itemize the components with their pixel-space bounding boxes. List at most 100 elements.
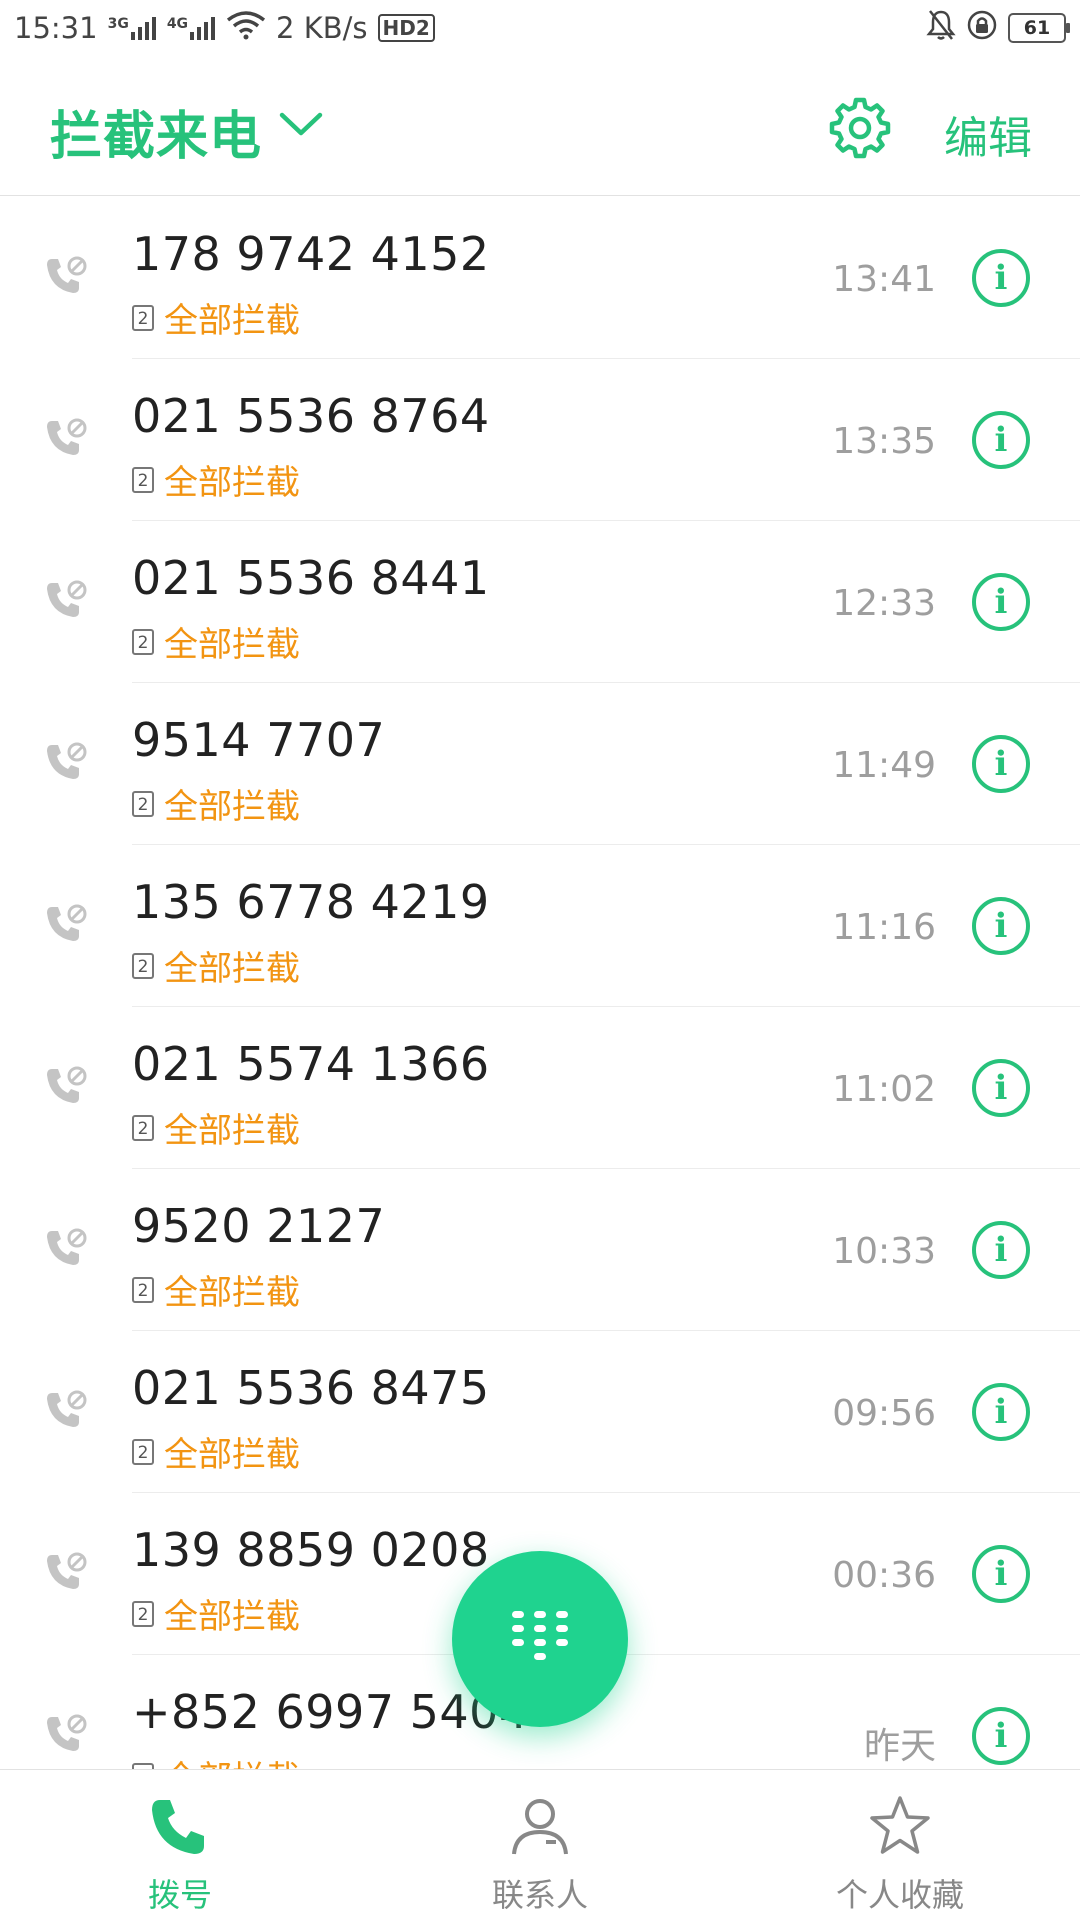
blocked-call-icon bbox=[44, 1551, 88, 1599]
edit-button[interactable]: 编辑 bbox=[944, 102, 1032, 166]
info-icon[interactable]: i bbox=[972, 1059, 1030, 1117]
info-icon[interactable]: i bbox=[972, 1221, 1030, 1279]
signal-3g-label: 3G bbox=[107, 16, 129, 32]
chevron-down-icon[interactable] bbox=[278, 111, 324, 143]
info-icon[interactable]: i bbox=[972, 249, 1030, 307]
block-tag: 全部拦截 bbox=[164, 949, 300, 989]
sim-card-icon: 2 bbox=[132, 1114, 154, 1141]
phone-icon bbox=[148, 1794, 212, 1862]
block-tag: 全部拦截 bbox=[164, 787, 300, 827]
phone-number: 9520 2127 bbox=[132, 1199, 386, 1253]
wifi-icon bbox=[226, 10, 266, 47]
contacts-person-icon bbox=[508, 1794, 572, 1862]
call-row[interactable]: 021 5536 8441 2 全部拦截 12:33 i bbox=[0, 521, 1080, 683]
nav-dial-label: 拨号 bbox=[147, 1876, 212, 1914]
call-time: 11:16 bbox=[832, 907, 936, 948]
info-icon[interactable]: i bbox=[972, 573, 1030, 631]
call-time: 00:36 bbox=[832, 1555, 936, 1596]
call-row[interactable]: 021 5574 1366 2 全部拦截 11:02 i bbox=[0, 1007, 1080, 1169]
block-tag: 全部拦截 bbox=[164, 1597, 300, 1637]
phone-number: 135 6778 4219 bbox=[132, 875, 490, 929]
call-meta: 2 全部拦截 bbox=[132, 1265, 300, 1314]
sim-card-icon: 2 bbox=[132, 628, 154, 655]
battery-icon: 61 bbox=[1008, 13, 1070, 43]
call-row[interactable]: 021 5536 8475 2 全部拦截 09:56 i bbox=[0, 1331, 1080, 1493]
call-meta: 2 全部拦截 bbox=[132, 1427, 300, 1476]
dialpad-icon bbox=[508, 1605, 572, 1673]
sim-card-icon: 2 bbox=[132, 790, 154, 817]
block-tag: 全部拦截 bbox=[164, 1111, 300, 1151]
phone-number: 178 9742 4152 bbox=[132, 227, 490, 281]
nav-contacts[interactable]: 联系人 bbox=[360, 1770, 720, 1921]
call-time: 11:02 bbox=[832, 1069, 936, 1110]
sim-card-icon: 2 bbox=[132, 1438, 154, 1465]
nav-dial[interactable]: 拨号 bbox=[0, 1770, 360, 1921]
blocked-call-icon bbox=[44, 1227, 88, 1275]
page-title[interactable]: 拦截来电 bbox=[50, 94, 262, 169]
signal-4g-icon: 4G bbox=[167, 16, 216, 40]
phone-number: 139 8859 0208 bbox=[132, 1523, 490, 1577]
call-row[interactable]: 021 5536 8764 2 全部拦截 13:35 i bbox=[0, 359, 1080, 521]
sim-card-icon: 2 bbox=[132, 466, 154, 493]
call-meta: 2 全部拦截 bbox=[132, 779, 300, 828]
app-header: 拦截来电 编辑 bbox=[0, 56, 1080, 196]
mute-bell-icon bbox=[926, 9, 956, 48]
sim-card-icon: 2 bbox=[132, 1600, 154, 1627]
call-time: 11:49 bbox=[832, 745, 936, 786]
call-meta: 2 全部拦截 bbox=[132, 617, 300, 666]
call-time: 09:56 bbox=[832, 1393, 936, 1434]
blocked-call-icon bbox=[44, 1389, 88, 1437]
block-tag: 全部拦截 bbox=[164, 301, 300, 341]
signal-4g-label: 4G bbox=[166, 16, 189, 32]
hd-icon: HD2 bbox=[377, 14, 435, 42]
sim-card-icon: 2 bbox=[132, 952, 154, 979]
sim-card-icon: 2 bbox=[132, 1276, 154, 1303]
blocked-call-icon bbox=[44, 255, 88, 303]
info-icon[interactable]: i bbox=[972, 411, 1030, 469]
rotation-lock-icon bbox=[966, 9, 998, 48]
block-tag: 全部拦截 bbox=[164, 1273, 300, 1313]
status-bar: 15:31 3G 4G 2 KB/s HD2 61 bbox=[0, 0, 1080, 56]
call-time: 昨天 bbox=[863, 1726, 936, 1767]
phone-number: 021 5536 8764 bbox=[132, 389, 490, 443]
call-row[interactable]: 178 9742 4152 2 全部拦截 13:41 i bbox=[0, 197, 1080, 359]
phone-number: 9514 7707 bbox=[132, 713, 386, 767]
call-row[interactable]: 135 6778 4219 2 全部拦截 11:16 i bbox=[0, 845, 1080, 1007]
blocked-call-icon bbox=[44, 1065, 88, 1113]
call-meta: 2 全部拦截 bbox=[132, 941, 300, 990]
call-row[interactable]: 9520 2127 2 全部拦截 10:33 i bbox=[0, 1169, 1080, 1331]
phone-number: 021 5574 1366 bbox=[132, 1037, 490, 1091]
nav-contacts-label: 联系人 bbox=[491, 1876, 588, 1914]
blocked-call-icon bbox=[44, 579, 88, 627]
block-tag: 全部拦截 bbox=[164, 463, 300, 503]
status-time: 15:31 bbox=[14, 11, 98, 45]
info-icon[interactable]: i bbox=[972, 735, 1030, 793]
blocked-call-icon bbox=[44, 1713, 88, 1761]
phone-number: 021 5536 8441 bbox=[132, 551, 490, 605]
network-speed: 2 KB/s bbox=[276, 11, 368, 45]
blocked-call-icon bbox=[44, 417, 88, 465]
nav-favorites-label: 个人收藏 bbox=[835, 1876, 964, 1914]
info-icon[interactable]: i bbox=[972, 1707, 1030, 1765]
block-tag: 全部拦截 bbox=[164, 625, 300, 665]
call-meta: 2 全部拦截 bbox=[132, 293, 300, 342]
star-icon bbox=[868, 1794, 932, 1862]
blocked-call-icon bbox=[44, 741, 88, 789]
signal-3g-icon: 3G bbox=[108, 16, 157, 40]
dialpad-fab-button[interactable] bbox=[452, 1551, 628, 1727]
settings-gear-icon[interactable] bbox=[828, 96, 892, 164]
call-time: 13:41 bbox=[832, 259, 936, 300]
call-meta: 2 全部拦截 bbox=[132, 1589, 300, 1638]
call-row[interactable]: 9514 7707 2 全部拦截 11:49 i bbox=[0, 683, 1080, 845]
nav-favorites[interactable]: 个人收藏 bbox=[720, 1770, 1080, 1921]
call-meta: 2 全部拦截 bbox=[132, 455, 300, 504]
info-icon[interactable]: i bbox=[972, 897, 1030, 955]
sim-card-icon: 2 bbox=[132, 304, 154, 331]
bottom-navigation: 拨号 联系人 个人收藏 bbox=[0, 1769, 1080, 1921]
info-icon[interactable]: i bbox=[972, 1383, 1030, 1441]
block-tag: 全部拦截 bbox=[164, 1435, 300, 1475]
info-icon[interactable]: i bbox=[972, 1545, 1030, 1603]
blocked-call-icon bbox=[44, 903, 88, 951]
phone-number: +852 6997 5404 bbox=[132, 1685, 529, 1739]
call-time: 12:33 bbox=[832, 583, 936, 624]
